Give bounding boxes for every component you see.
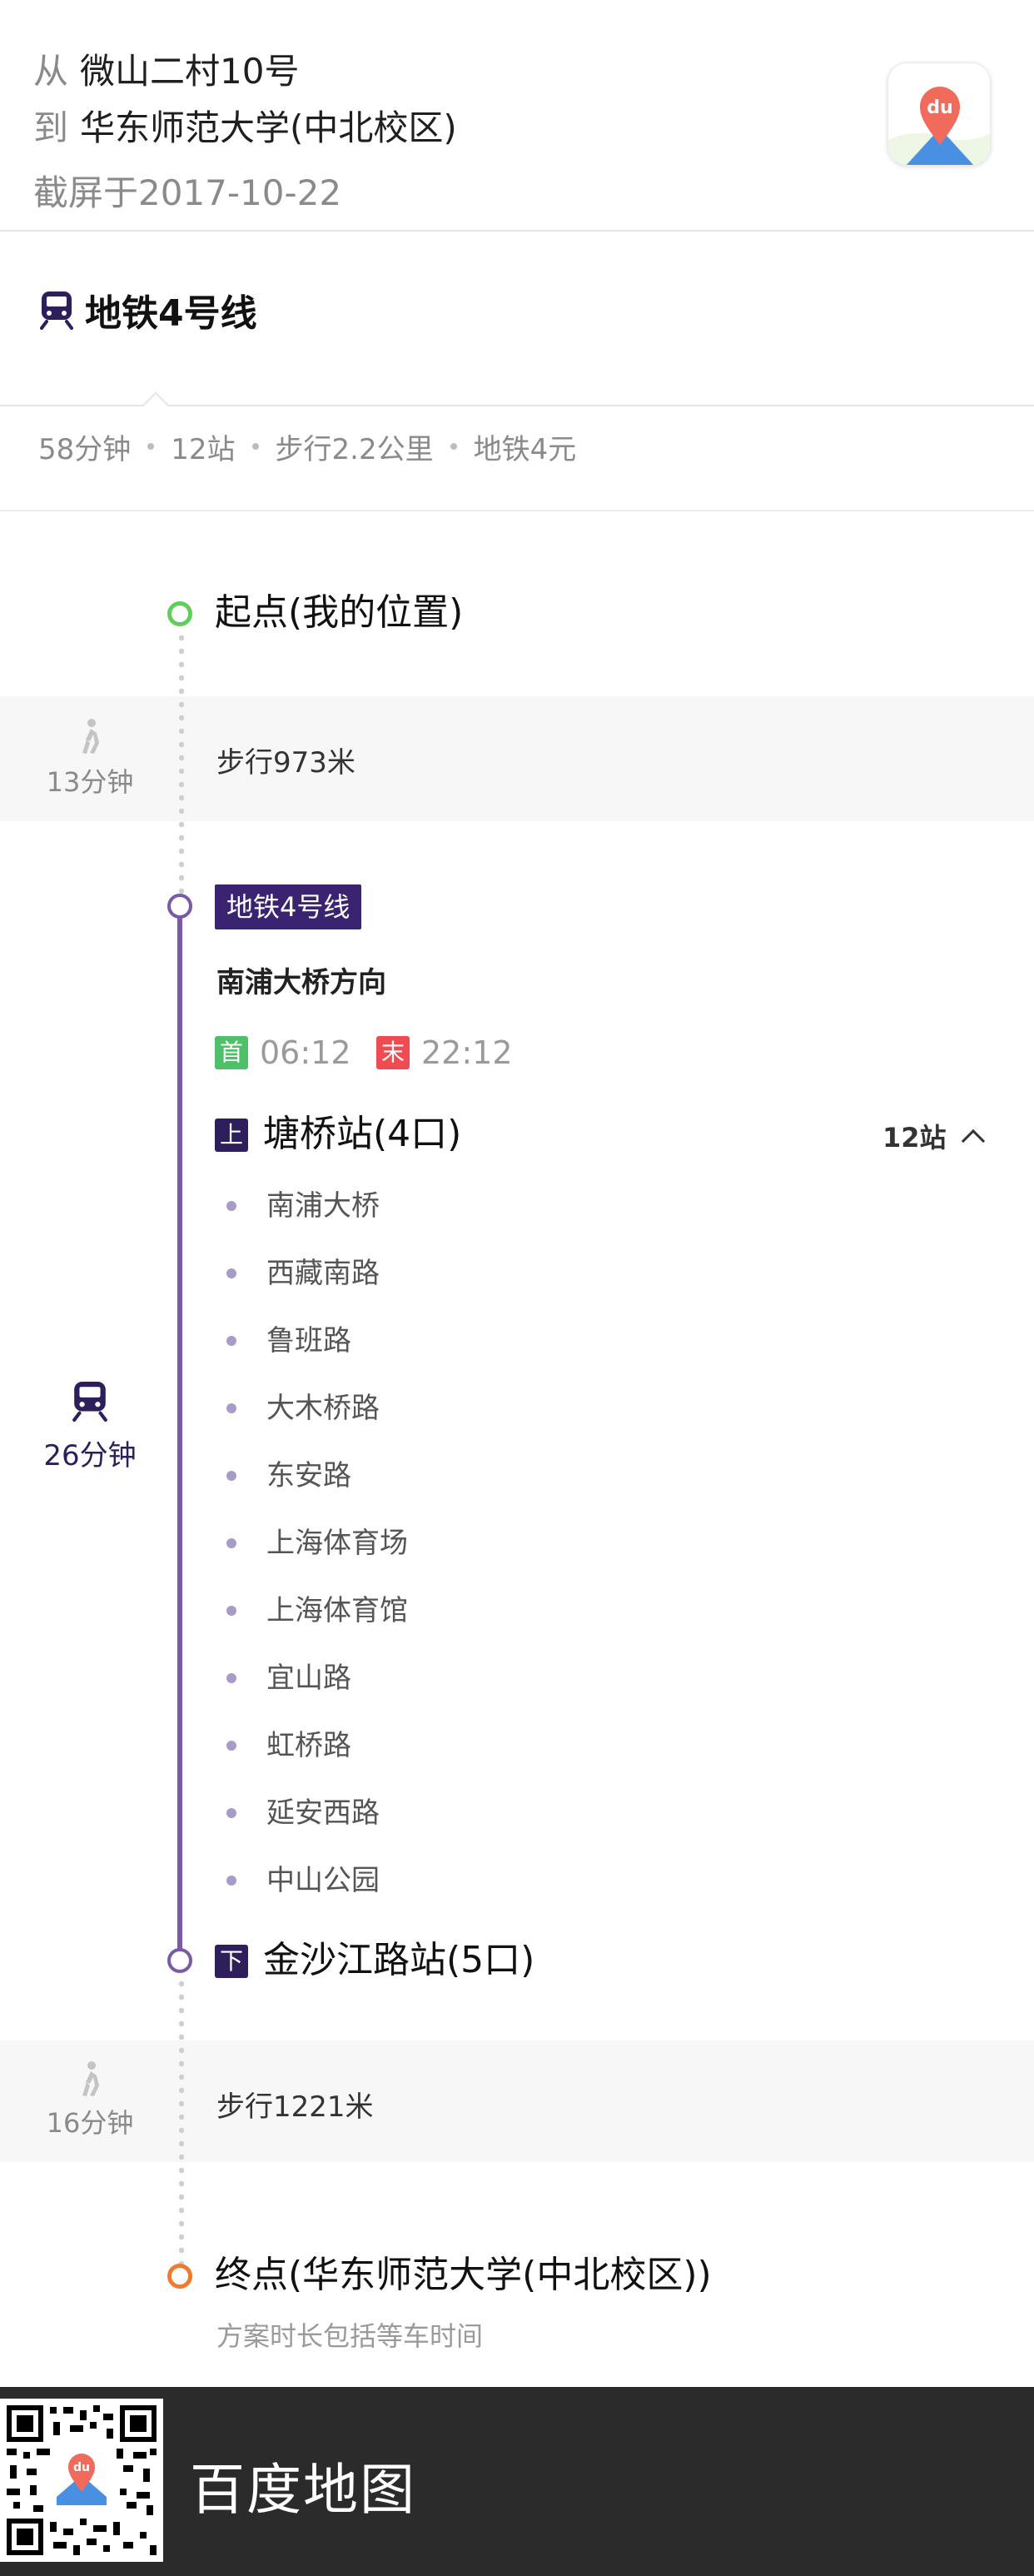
board-station: 塘桥站(4口) <box>263 1113 462 1155</box>
intermediate-stop-list: 南浦大桥 西藏南路 鲁班路 大木桥路 东安路 上海体育场 上海体育馆 宜山路 虹… <box>225 1186 808 1928</box>
stop-bullet <box>226 1741 236 1751</box>
destination-row: 到华东师范大学(中北校区) <box>33 105 457 152</box>
route-summary: 58分钟 12站 步行2.2公里 地铁4元 <box>38 423 576 470</box>
summary-separator <box>147 443 155 450</box>
list-item: 延安西路 <box>225 1793 808 1861</box>
footer-banner: du 百度地图 <box>0 2387 1034 2576</box>
stop-name: 中山公园 <box>266 1864 380 1897</box>
summary-separator <box>450 443 457 450</box>
list-item: 东安路 <box>225 1456 808 1523</box>
summary-stops: 12站 <box>171 432 236 466</box>
baidu-maps-app-icon[interactable]: du <box>887 62 991 166</box>
direction-label: 南浦大桥方向 <box>216 966 386 999</box>
alight-station: 金沙江路站(5口) <box>263 1939 535 1981</box>
stop-name: 鲁班路 <box>266 1324 351 1358</box>
chevron-up-icon <box>961 1129 985 1153</box>
list-item: 鲁班路 <box>225 1321 808 1388</box>
walk-segment-2: 16分钟 步行1221米 <box>0 2040 1034 2162</box>
stop-bullet <box>226 1336 236 1346</box>
board-node <box>167 894 192 919</box>
stop-bullet <box>226 1808 236 1818</box>
to-prefix: 到 <box>33 107 69 148</box>
board-badge: 上 <box>215 1119 248 1152</box>
summary-divider <box>0 510 1034 511</box>
walk-distance: 步行1221米 <box>216 2090 374 2124</box>
stop-name: 东安路 <box>266 1459 351 1492</box>
from-prefix: 从 <box>33 51 69 92</box>
end-label: 终点(华东师范大学(中北校区)) <box>215 2254 712 2296</box>
stops-collapse-toggle[interactable]: 12站 <box>882 1116 985 1156</box>
list-item: 上海体育馆 <box>225 1591 808 1658</box>
metro-ride-time: 26分钟 <box>43 1439 137 1472</box>
qr-code-image: du <box>0 2399 163 2562</box>
stop-name: 上海体育馆 <box>266 1594 408 1627</box>
route-title: 地铁4号线 <box>85 292 257 335</box>
start-label: 起点(我的位置) <box>215 591 464 634</box>
metro-icon <box>40 291 73 330</box>
origin-row: 从微山二村10号 <box>33 48 299 95</box>
walk-route-line <box>179 631 184 894</box>
route-header: 从微山二村10号 到华东师范大学(中北校区) 截屏于2017-10-22 du <box>0 0 1034 232</box>
last-train-time: 22:12 <box>421 1034 513 1071</box>
stop-name: 大木桥路 <box>266 1392 380 1425</box>
list-item: 南浦大桥 <box>225 1186 808 1253</box>
summary-separator <box>251 443 259 450</box>
walk-route-line <box>179 1977 184 2265</box>
stop-name: 宜山路 <box>266 1662 351 1695</box>
end-node <box>167 2264 192 2289</box>
alight-badge: 下 <box>215 1945 248 1978</box>
stop-name: 上海体育场 <box>266 1527 408 1560</box>
metro-icon <box>72 1382 107 1423</box>
stop-bullet <box>226 1403 236 1413</box>
destination-text: 华东师范大学(中北校区) <box>80 107 457 148</box>
alight-node <box>167 1948 192 1973</box>
first-train-badge: 首 <box>215 1036 248 1069</box>
list-item: 西藏南路 <box>225 1253 808 1321</box>
stop-bullet <box>226 1268 236 1278</box>
tab-indicator <box>142 391 169 418</box>
summary-duration: 58分钟 <box>38 432 132 466</box>
stop-bullet <box>226 1471 236 1481</box>
last-train-badge: 末 <box>376 1036 410 1069</box>
qr-code: du <box>0 2399 163 2562</box>
stops-count: 12站 <box>882 1122 947 1153</box>
capture-date: 截屏于2017-10-22 <box>33 172 342 213</box>
walk-time: 13分钟 <box>46 766 134 798</box>
walk-distance: 步行973米 <box>216 746 355 780</box>
list-item: 虹桥路 <box>225 1726 808 1793</box>
stop-bullet <box>226 1673 236 1683</box>
footer-title: 百度地图 <box>190 2458 416 2522</box>
stop-bullet <box>226 1538 236 1548</box>
stop-bullet <box>226 1201 236 1211</box>
stop-name: 虹桥路 <box>266 1729 351 1762</box>
plan-note: 方案时长包括等车时间 <box>216 2320 484 2352</box>
origin-text: 微山二村10号 <box>80 51 300 92</box>
list-item: 大木桥路 <box>225 1388 808 1456</box>
app-icon-text: du <box>927 97 952 118</box>
list-item: 中山公园 <box>225 1861 808 1928</box>
line-badge[interactable]: 地铁4号线 <box>215 884 362 929</box>
metro-segment-summary: 26分钟 <box>0 1379 180 1473</box>
qr-logo-text: du <box>73 2461 90 2474</box>
stop-name: 西藏南路 <box>266 1257 380 1290</box>
summary-fare: 地铁4元 <box>473 432 577 466</box>
start-node <box>167 601 192 626</box>
list-item: 上海体育场 <box>225 1523 808 1591</box>
walking-person-icon <box>82 719 99 754</box>
stop-name: 南浦大桥 <box>266 1189 380 1223</box>
stop-bullet <box>226 1876 236 1886</box>
walking-person-icon <box>82 2061 99 2096</box>
walk-segment-1: 13分钟 步行973米 <box>0 696 1034 821</box>
first-train-time: 06:12 <box>260 1034 351 1071</box>
summary-walk: 步行2.2公里 <box>275 432 434 466</box>
stop-bullet <box>226 1606 236 1616</box>
stop-name: 延安西路 <box>266 1796 380 1830</box>
walk-time: 16分钟 <box>46 2107 134 2139</box>
route-tab[interactable]: 地铁4号线 <box>38 285 257 335</box>
list-item: 宜山路 <box>225 1658 808 1726</box>
